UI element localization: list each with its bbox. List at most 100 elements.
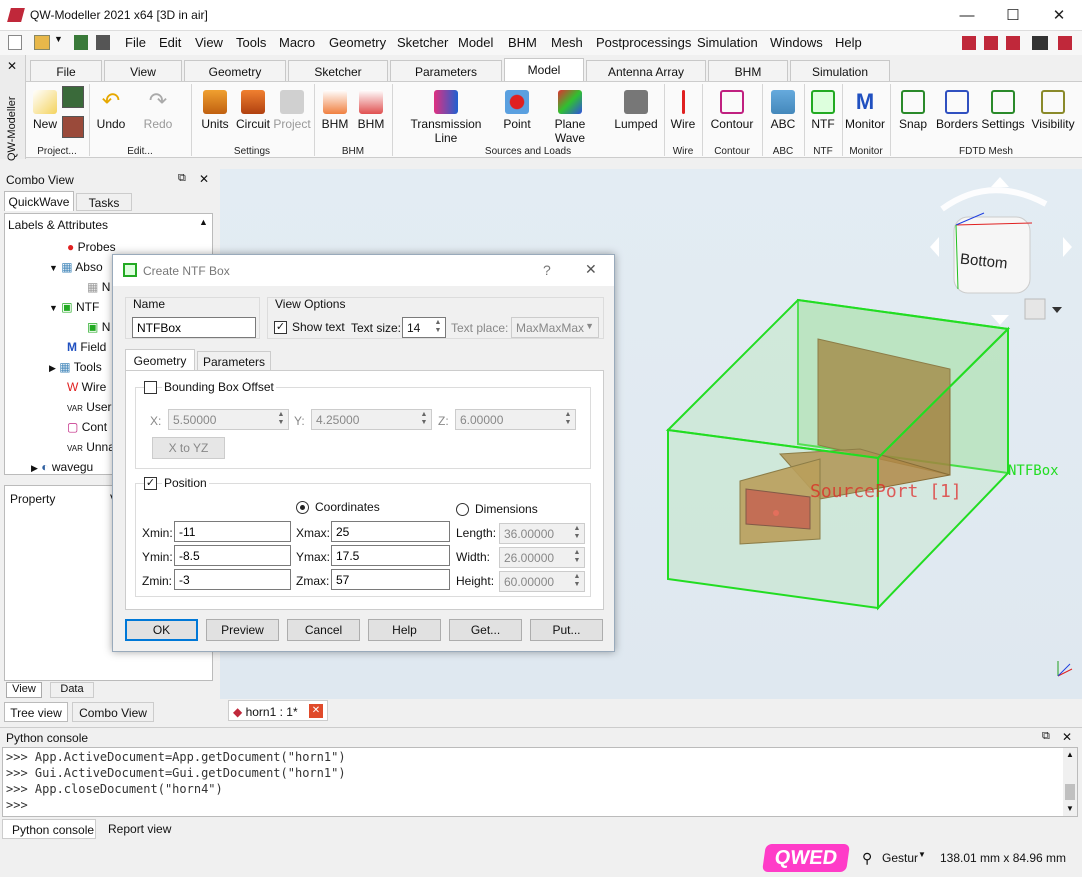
tab-parameters[interactable]: Parameters — [390, 60, 502, 81]
new-button[interactable]: New — [30, 90, 60, 131]
tab-combo-view[interactable]: Combo View — [72, 702, 154, 722]
ok-button[interactable]: OK — [125, 619, 198, 641]
xmin-input[interactable] — [174, 521, 291, 542]
scroll-up-icon[interactable]: ▲ — [1066, 750, 1074, 759]
image-icon[interactable] — [62, 116, 84, 138]
navigation-style[interactable]: Gestur — [882, 851, 918, 865]
abc-button[interactable]: ABC — [766, 90, 800, 131]
ymax-input[interactable] — [331, 545, 450, 566]
tab-python-console[interactable]: Python console — [2, 819, 96, 839]
tree-item-unnamed[interactable]: VAR Unna — [67, 440, 115, 454]
doc-tab-horn1[interactable]: ◆ horn1 : 1* ✕ — [228, 700, 328, 721]
put-button[interactable]: Put... — [530, 619, 603, 641]
tab-sketcher[interactable]: Sketcher — [288, 60, 388, 81]
point-button[interactable]: Point — [500, 90, 534, 131]
settings-button[interactable]: Settings — [980, 90, 1026, 131]
tree-item-abs[interactable]: ▼ ▦ Abso — [49, 260, 103, 274]
tab-antenna-array[interactable]: Antenna Array — [586, 60, 706, 81]
circuit-button[interactable]: Circuit — [234, 90, 272, 131]
lumped-button[interactable]: Lumped — [610, 90, 662, 131]
undo-button[interactable]: ↶ Undo — [94, 90, 128, 132]
python-console[interactable]: >>> App.ActiveDocument=App.getDocument("… — [2, 747, 1078, 817]
minimize-button[interactable]: — — [944, 0, 990, 31]
help-icon[interactable]: ? — [543, 262, 551, 278]
menu-windows[interactable]: Windows — [770, 35, 823, 50]
navigation-style-icon[interactable]: ⚲ — [862, 850, 872, 867]
menu-postprocessings[interactable]: Postprocessings — [596, 35, 691, 50]
tab-quickwave[interactable]: QuickWave — [4, 191, 74, 211]
tree-item-probes[interactable]: ● Probes — [67, 240, 116, 254]
tab-simulation[interactable]: Simulation — [790, 60, 890, 81]
chevron-down-icon[interactable]: ▼ — [54, 34, 63, 44]
preview-button[interactable]: Preview — [206, 619, 279, 641]
bhm-button-2[interactable]: BHM — [356, 90, 386, 131]
scroll-down-icon[interactable]: ▼ — [1066, 804, 1074, 813]
tree-item-tools[interactable]: ▶ ▦ Tools — [49, 360, 102, 374]
cancel-button[interactable]: Cancel — [287, 619, 360, 641]
menu-macro[interactable]: Macro — [279, 35, 315, 50]
name-input[interactable] — [132, 317, 256, 338]
ymin-input[interactable] — [174, 545, 291, 566]
expand-icon[interactable]: ▶ — [49, 363, 56, 373]
dimensions-radio[interactable] — [456, 503, 469, 516]
spin-arrows-icon[interactable]: ▲ ▼ — [432, 319, 444, 336]
menu-tools[interactable]: Tools — [236, 35, 266, 50]
menu-edit[interactable]: Edit — [159, 35, 181, 50]
tree-item-wire[interactable]: W Wire — [67, 380, 106, 394]
zmin-input[interactable] — [174, 569, 291, 590]
close-icon[interactable]: ✕ — [199, 172, 209, 186]
help-button[interactable]: Help — [368, 619, 441, 641]
borders-button[interactable]: Borders — [934, 90, 980, 131]
new-doc-icon[interactable] — [8, 35, 22, 50]
menu-bhm[interactable]: BHM — [508, 35, 537, 50]
tab-model[interactable]: Model — [504, 58, 584, 81]
tree-item-contour[interactable]: ▢ Cont — [67, 420, 107, 434]
zmax-input[interactable] — [331, 569, 450, 590]
menu-geometry[interactable]: Geometry — [329, 35, 386, 50]
nav-left-arrow-icon[interactable] — [930, 237, 939, 257]
qw-icon-2[interactable] — [984, 36, 998, 50]
float-icon[interactable]: ⧉ — [178, 172, 186, 185]
tree-item-abs-child[interactable]: ▦ N — [87, 280, 110, 294]
qw-icon-4[interactable] — [1032, 36, 1048, 50]
close-tab-icon[interactable]: ✕ — [309, 704, 323, 718]
coordinates-radio[interactable] — [296, 501, 309, 514]
tab-view[interactable]: View — [6, 682, 42, 698]
project-button[interactable]: Project — [272, 90, 312, 131]
float-icon[interactable]: ⧉ — [1042, 730, 1050, 743]
save-icon[interactable] — [62, 86, 84, 108]
qw-icon-3[interactable] — [1006, 36, 1020, 50]
menu-model[interactable]: Model — [458, 35, 493, 50]
units-button[interactable]: Units — [198, 90, 232, 131]
tab-report-view[interactable]: Report view — [100, 819, 182, 839]
show-text-checkbox[interactable]: ✓ — [274, 321, 287, 334]
close-icon[interactable]: ✕ — [7, 59, 17, 73]
nav-up-arrow-icon[interactable] — [991, 177, 1009, 187]
menu-help[interactable]: Help — [835, 35, 862, 50]
qw-icon-1[interactable] — [962, 36, 976, 50]
snap-button[interactable]: Snap — [896, 90, 930, 131]
menu-view[interactable]: View — [195, 35, 223, 50]
expand-icon[interactable]: ▼ — [49, 303, 58, 313]
dialog-close-button[interactable]: ✕ — [585, 261, 597, 278]
tab-data[interactable]: Data — [50, 682, 94, 698]
tab-tree-view[interactable]: Tree view — [4, 702, 68, 722]
tree-item-user[interactable]: VAR User — [67, 400, 112, 414]
nav-right-arrow-icon[interactable] — [1063, 237, 1072, 257]
text-size-spinbox[interactable]: 14 ▲ ▼ — [402, 317, 446, 338]
tab-geometry[interactable]: Geometry — [125, 349, 195, 371]
get-button[interactable]: Get... — [449, 619, 522, 641]
visibility-button[interactable]: Visibility — [1028, 90, 1078, 131]
nav-down-arrow-icon[interactable] — [991, 315, 1009, 325]
chevron-down-icon[interactable]: ▼ — [918, 850, 926, 859]
scroll-thumb[interactable] — [1065, 784, 1075, 800]
tab-geometry[interactable]: Geometry — [184, 60, 286, 81]
scroll-up-icon[interactable]: ▲ — [199, 217, 208, 227]
tree-item-field[interactable]: M Field — [67, 340, 106, 354]
menu-simulation[interactable]: Simulation — [697, 35, 758, 50]
expand-icon[interactable]: ▶ — [31, 463, 38, 473]
tab-view[interactable]: View — [104, 60, 182, 81]
qw-icon-5[interactable] — [1058, 36, 1072, 50]
save-as-icon[interactable] — [96, 35, 110, 50]
maximize-button[interactable]: ☐ — [990, 0, 1036, 31]
